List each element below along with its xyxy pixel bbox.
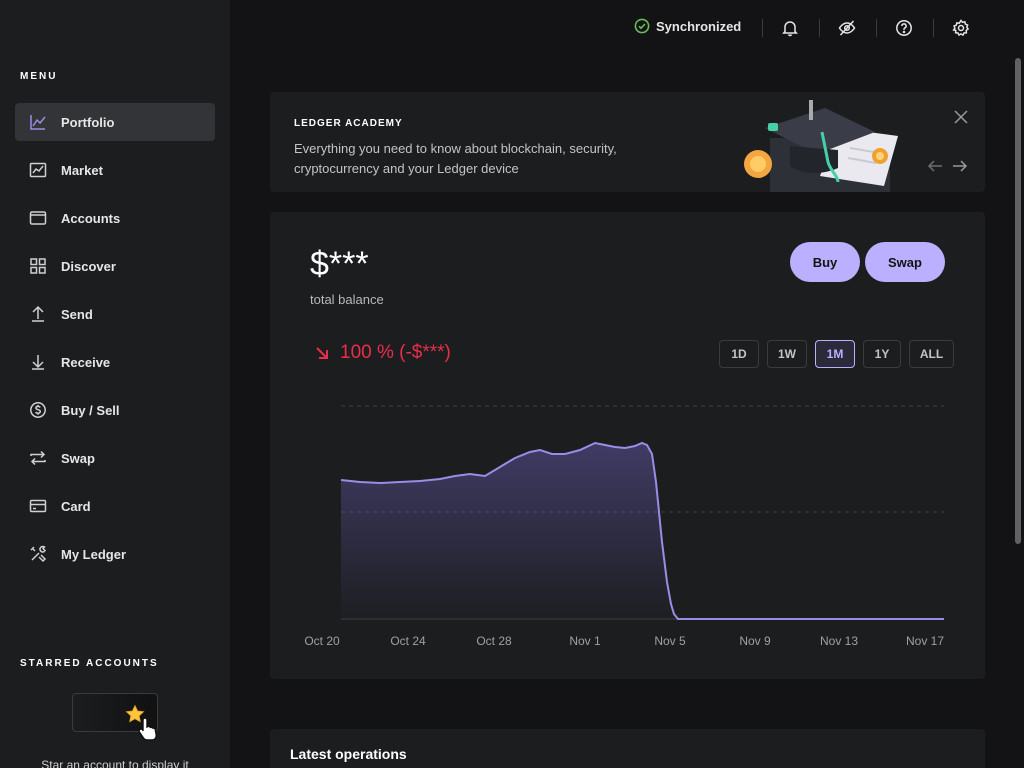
sidebar-item-label: My Ledger	[61, 546, 127, 562]
balance-change-value: 100 % (-$***)	[340, 342, 451, 363]
sidebar-item-label: Swap	[61, 450, 95, 466]
chart-area	[341, 443, 944, 619]
arrow-left-icon[interactable]	[927, 159, 943, 173]
range-1m-button[interactable]: 1M	[815, 340, 855, 368]
sidebar-item-portfolio[interactable]: Portfolio	[15, 103, 215, 141]
check-circle-icon	[634, 18, 650, 34]
total-balance-value: $***	[310, 245, 369, 283]
arrow-up-icon	[29, 305, 47, 323]
main-scrollbar[interactable]	[1015, 58, 1021, 544]
wallet-icon	[29, 209, 47, 227]
range-1w-button[interactable]: 1W	[767, 340, 807, 368]
divider	[876, 19, 877, 37]
chart-x-tick-label: Oct 24	[390, 634, 426, 648]
arrow-down-icon	[29, 353, 47, 371]
app-window: MENU Portfolio Market Accounts Discover …	[0, 0, 1024, 768]
market-chart-icon	[29, 161, 47, 179]
chart-x-tick-label: Nov 5	[654, 634, 686, 648]
range-all-button[interactable]: ALL	[909, 340, 954, 368]
sidebar: MENU Portfolio Market Accounts Discover …	[0, 0, 230, 768]
total-balance-label: total balance	[310, 292, 384, 307]
help-icon	[896, 20, 912, 36]
sidebar-item-label: Buy / Sell	[61, 402, 120, 418]
academy-banner[interactable]: LEDGER ACADEMY Everything you need to kn…	[270, 92, 985, 192]
top-bar: Synchronized	[230, 0, 1024, 56]
sidebar-item-label: Send	[61, 306, 93, 322]
swap-arrows-icon	[29, 449, 47, 467]
sidebar-item-buy-sell[interactable]: Buy / Sell	[15, 391, 215, 429]
divider	[933, 19, 934, 37]
arrow-down-right-icon	[316, 347, 328, 359]
range-1y-button[interactable]: 1Y	[863, 340, 901, 368]
settings-button[interactable]	[951, 18, 971, 38]
buy-button[interactable]: Buy	[790, 242, 860, 282]
bell-icon	[782, 21, 798, 37]
sidebar-item-card[interactable]: Card	[15, 487, 215, 525]
sync-label: Synchronized	[656, 18, 742, 34]
sidebar-item-label: Accounts	[61, 210, 121, 226]
sidebar-item-accounts[interactable]: Accounts	[15, 199, 215, 237]
tools-icon	[29, 545, 47, 563]
help-button[interactable]	[894, 18, 914, 38]
chart-x-tick-label: Oct 20	[304, 634, 340, 648]
sync-status[interactable]: Synchronized	[634, 18, 741, 34]
portfolio-chart-svg: Oct 20 Oct 24 Oct 28 Nov 1 Nov 5 Nov 9 Nov 13 N…	[304, 405, 944, 648]
academy-text: Everything you need to know about blockc…	[294, 141, 617, 176]
eye-off-icon	[838, 20, 856, 36]
divider	[819, 19, 820, 37]
sidebar-item-label: Discover	[61, 258, 116, 274]
settings-icon	[952, 19, 970, 37]
balance-card: $*** total balance Buy Swap 100 % (-$***…	[270, 212, 985, 679]
sidebar-item-discover[interactable]: Discover	[15, 247, 215, 285]
pointer-hand-icon	[138, 717, 157, 741]
arrow-right-icon[interactable]	[952, 159, 968, 173]
range-1d-button[interactable]: 1D	[719, 340, 759, 368]
notifications-button[interactable]	[780, 18, 800, 38]
menu-title: MENU	[20, 71, 58, 82]
sidebar-nav: Portfolio Market Accounts Discover Send …	[15, 103, 215, 583]
sidebar-item-label: Receive	[61, 354, 111, 370]
starred-accounts-title: STARRED ACCOUNTS	[20, 658, 159, 669]
sidebar-item-send[interactable]: Send	[15, 295, 215, 333]
portfolio-chart-icon	[29, 113, 47, 131]
starred-accounts-hint: Star an account to display it	[41, 758, 189, 768]
balance-change: 100 % (-$***)	[314, 342, 451, 364]
sidebar-item-market[interactable]: Market	[15, 151, 215, 189]
hide-balance-button[interactable]	[837, 18, 857, 38]
chart-x-tick-label: Nov 9	[739, 634, 771, 648]
sidebar-item-receive[interactable]: Receive	[15, 343, 215, 381]
portfolio-chart[interactable]: Oct 20 Oct 24 Oct 28 Nov 1 Nov 5 Nov 9 Nov 13 N…	[290, 392, 980, 652]
dollar-circle-icon	[29, 401, 47, 419]
close-icon[interactable]	[953, 109, 969, 125]
chart-x-tick-label: Nov 1	[569, 634, 601, 648]
sidebar-item-my-ledger[interactable]: My Ledger	[15, 535, 215, 573]
sidebar-item-swap[interactable]: Swap	[15, 439, 215, 477]
latest-operations-title: Latest operations	[290, 746, 407, 762]
grid-icon	[29, 257, 47, 275]
academy-title: LEDGER ACADEMY	[294, 118, 403, 129]
latest-operations-panel: Latest operations	[270, 729, 985, 768]
sidebar-item-label: Card	[61, 498, 91, 514]
sidebar-item-label: Market	[61, 162, 103, 178]
chart-x-tick-label: Nov 17	[906, 634, 944, 648]
divider	[762, 19, 763, 37]
swap-button[interactable]: Swap	[865, 242, 945, 282]
card-icon	[29, 497, 47, 515]
chart-x-tick-label: Nov 13	[820, 634, 858, 648]
sidebar-item-label: Portfolio	[61, 114, 115, 130]
graduation-cap-illustration	[744, 100, 898, 192]
chart-x-tick-label: Oct 28	[476, 634, 512, 648]
range-selector: 1D 1W 1M 1Y ALL	[711, 340, 954, 368]
